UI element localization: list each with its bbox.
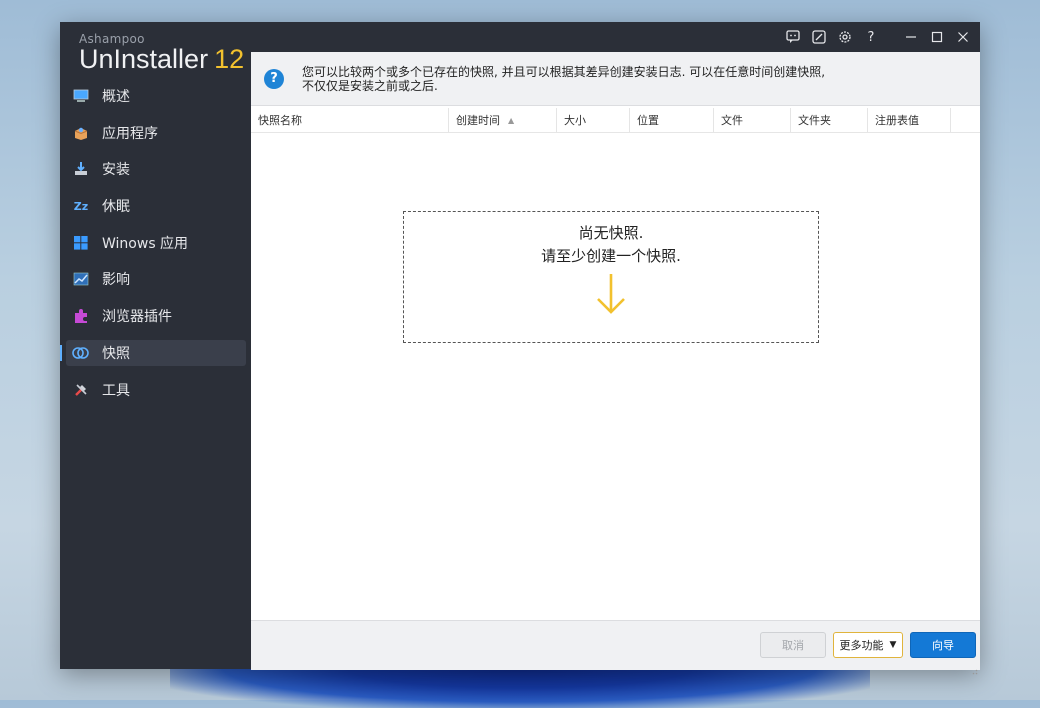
cancel-button-label: 取消 — [782, 639, 804, 652]
sidebar-item-label: 休眠 — [102, 199, 130, 216]
column-header-folders[interactable]: 文件夹 — [791, 108, 868, 132]
column-label: 文件 — [721, 114, 743, 127]
chart-icon — [72, 270, 90, 288]
resize-grip-icon[interactable] — [970, 660, 978, 675]
edit-icon[interactable] — [806, 24, 832, 50]
puzzle-icon — [72, 307, 90, 325]
more-features-label: 更多功能 — [839, 639, 884, 652]
sidebar-nav: 概述 应用程序 安装 Zz 休眠 Winows 应用 影响 浏览器插件 快照 工… — [60, 83, 246, 413]
cancel-button[interactable]: 取消 — [760, 632, 826, 658]
sidebar-item-label: 概述 — [102, 89, 130, 105]
sidebar-item-label: Winows 应用 — [102, 235, 189, 252]
column-label: 创建时间 — [456, 114, 500, 127]
arrow-down-icon — [404, 272, 818, 320]
sidebar-item-apps[interactable]: 应用程序 — [66, 120, 246, 146]
column-header-files[interactable]: 文件 — [714, 108, 791, 132]
sidebar-item-tools[interactable]: 工具 — [66, 377, 246, 403]
sidebar-item-install[interactable]: 安装 — [66, 156, 246, 182]
brand-version: 12 — [214, 44, 245, 74]
info-bar: ? 您可以比较两个或多个已存在的快照, 并且可以根据其差异创建安装日志. 可以在… — [251, 52, 980, 106]
info-text: 您可以比较两个或多个已存在的快照, 并且可以根据其差异创建安装日志. 可以在任意… — [302, 65, 825, 93]
footer-bar: 取消 更多功能 ▼ 向导 — [251, 620, 980, 675]
brand-name: UnInstaller 12 — [79, 44, 244, 75]
sidebar-item-label: 应用程序 — [102, 125, 158, 142]
settings-icon[interactable] — [832, 24, 858, 50]
sidebar-item-label: 安装 — [102, 162, 130, 179]
install-icon — [72, 160, 90, 178]
column-header-registry[interactable]: 注册表值 — [868, 108, 951, 132]
close-icon[interactable] — [950, 24, 976, 50]
brand-logo: Ashampoo UnInstaller 12 — [79, 32, 244, 75]
table-header: 快照名称 创建时间 ▲ 大小 位置 文件 文件夹 注册表值 — [251, 108, 980, 133]
sidebar-item-windows-apps[interactable]: Winows 应用 — [66, 230, 246, 256]
column-label: 位置 — [637, 114, 659, 127]
more-features-button[interactable]: 更多功能 ▼ — [833, 632, 903, 658]
question-icon: ? — [264, 68, 284, 89]
info-line-2: 不仅仅是安装之前或之后. — [302, 78, 438, 93]
sidebar-item-impact[interactable]: 影响 — [66, 266, 246, 292]
column-header-location[interactable]: 位置 — [630, 108, 714, 132]
snapshot-list: 尚无快照. 请至少创建一个快照. — [251, 133, 980, 620]
sidebar-item-snapshots[interactable]: 快照 — [60, 339, 246, 366]
brand-product: UnInstaller — [79, 44, 209, 74]
app-window: Ashampoo UnInstaller 12 概述 应用程序 安装 Zz 休眠… — [60, 22, 980, 675]
feedback-icon[interactable] — [780, 24, 806, 50]
snapshot-icon — [72, 344, 90, 362]
sidebar: Ashampoo UnInstaller 12 概述 应用程序 安装 Zz 休眠… — [60, 22, 251, 669]
column-label: 注册表值 — [875, 114, 919, 127]
column-label: 大小 — [564, 114, 586, 127]
sidebar-item-label: 浏览器插件 — [102, 309, 172, 326]
sleep-icon: Zz — [73, 199, 89, 213]
sidebar-item-label: 快照 — [102, 345, 130, 362]
desktop-wallpaper — [170, 668, 870, 708]
column-label: 文件夹 — [798, 114, 831, 127]
package-icon — [72, 124, 90, 142]
sidebar-item-label: 影响 — [102, 272, 130, 289]
monitor-icon — [72, 87, 90, 105]
minimize-icon[interactable] — [898, 24, 924, 50]
maximize-icon[interactable] — [924, 24, 950, 50]
title-bar: ? — [251, 22, 980, 52]
tools-icon — [72, 381, 90, 399]
help-icon[interactable]: ? — [858, 24, 884, 50]
column-header-created[interactable]: 创建时间 ▲ — [449, 108, 557, 132]
sidebar-item-label: 工具 — [102, 382, 130, 399]
column-header-size[interactable]: 大小 — [557, 108, 630, 132]
sidebar-item-sleep[interactable]: Zz 休眠 — [66, 193, 246, 219]
sidebar-item-overview[interactable]: 概述 — [66, 83, 246, 109]
windows-icon — [72, 234, 90, 252]
empty-state-title: 尚无快照. — [578, 224, 644, 242]
empty-state: 尚无快照. 请至少创建一个快照. — [403, 211, 819, 343]
sort-ascending-icon: ▲ — [508, 115, 515, 125]
column-header-name[interactable]: 快照名称 — [251, 108, 449, 132]
info-line-1: 您可以比较两个或多个已存在的快照, 并且可以根据其差异创建安装日志. 可以在任意… — [302, 64, 826, 79]
column-label: 快照名称 — [258, 114, 302, 127]
sidebar-item-browser-plugins[interactable]: 浏览器插件 — [66, 303, 246, 329]
empty-state-hint: 请至少创建一个快照. — [541, 247, 681, 265]
caret-down-icon: ▼ — [889, 640, 897, 650]
wizard-button-label: 向导 — [932, 639, 954, 652]
wizard-button[interactable]: 向导 — [910, 632, 976, 658]
